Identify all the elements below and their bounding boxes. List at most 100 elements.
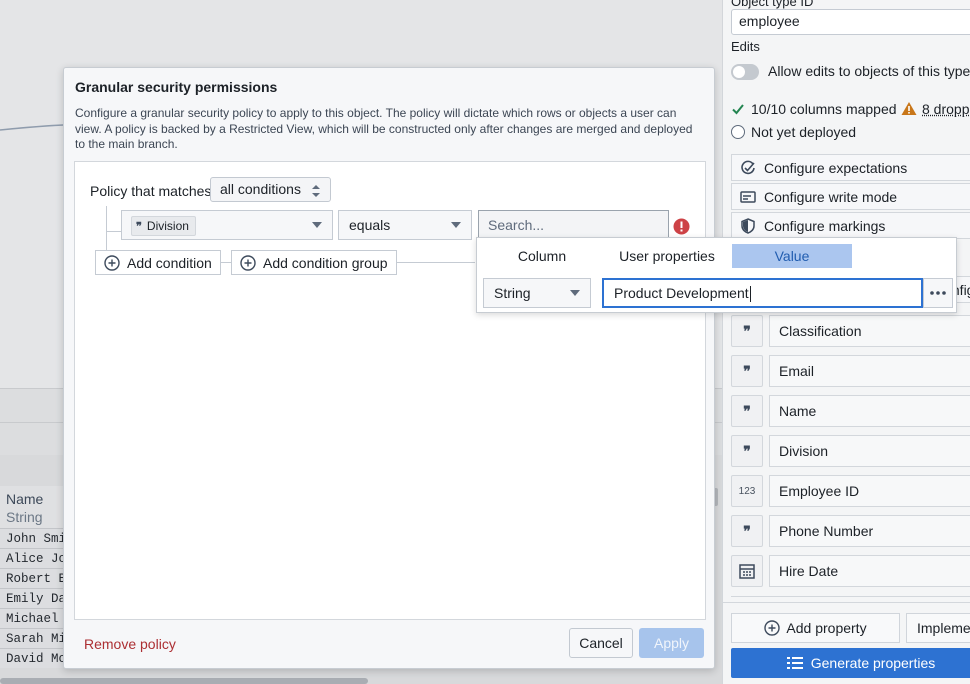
status-separator: · — [892, 101, 897, 117]
value-picker-popover: Column User properties Value String Prod… — [476, 237, 957, 313]
remove-policy-link[interactable]: Remove policy — [84, 636, 176, 652]
property-name-field[interactable]: Classification — [769, 315, 970, 347]
string-quote-icon: ❞ — [731, 515, 763, 547]
dialog-description: Configure a granular security policy to … — [75, 106, 693, 151]
add-condition-group-button[interactable]: Add condition group — [231, 250, 397, 275]
column-tag-label: Division — [146, 219, 189, 233]
add-icon — [764, 620, 781, 636]
dropped-columns-link[interactable]: 8 dropped — [922, 101, 970, 117]
condition-operator-select[interactable]: equals — [338, 210, 472, 240]
column-tag: ❞ Division — [131, 216, 196, 236]
implement-button[interactable]: Implement — [906, 613, 970, 643]
object-type-panel: Object type ID employee Edits Allow edit… — [722, 0, 970, 684]
match-mode-value: all conditions — [220, 181, 301, 197]
columns-mapped-status: 10/10 columns mapped — [751, 101, 897, 117]
check-icon — [732, 104, 744, 115]
string-quote-icon: ❞ — [731, 435, 763, 467]
edits-label: Edits — [731, 39, 760, 54]
configure-write-mode-label: Configure write mode — [764, 188, 898, 205]
value-type-label: String — [494, 285, 531, 301]
granular-security-dialog: Granular security permissions Configure … — [63, 67, 715, 669]
add-icon — [240, 254, 256, 271]
shield-icon — [741, 217, 755, 234]
column-header-name[interactable]: Name String — [0, 486, 68, 530]
deploy-status-radio — [731, 125, 745, 139]
expectations-icon — [741, 160, 755, 174]
add-condition-button[interactable]: Add condition — [95, 250, 221, 275]
column-header-type: String — [6, 509, 43, 525]
object-type-id-label: Object type ID — [731, 0, 814, 9]
add-property-button[interactable]: Add property — [731, 613, 900, 643]
implement-label: Implement — [917, 620, 970, 636]
table-cell: John Smith — [0, 528, 68, 548]
cancel-button[interactable]: Cancel — [569, 628, 633, 658]
value-input[interactable]: Product Development — [602, 278, 923, 308]
configure-expectations-button[interactable]: Configure expectations — [731, 154, 970, 181]
add-condition-group-label: Add condition group — [263, 254, 388, 271]
property-name-field[interactable]: Hire Date — [769, 555, 970, 587]
object-type-id-input[interactable]: employee — [731, 9, 970, 35]
property-row[interactable]: ❞ Name — [731, 395, 970, 427]
column-header-title: Name — [6, 491, 44, 507]
caret-down-icon — [570, 290, 580, 296]
table-cell: Sarah Miller — [0, 628, 68, 648]
property-row[interactable]: ❞ Phone Number — [731, 515, 970, 547]
table-cell: Michael Wilson — [0, 608, 68, 628]
condition-value-search-input[interactable]: Search... — [478, 210, 669, 240]
configure-write-mode-button[interactable]: Configure write mode — [731, 183, 970, 210]
property-name-label: Employee ID — [779, 483, 860, 499]
string-quote-icon: ❞ — [731, 355, 763, 387]
warning-icon — [901, 102, 917, 115]
string-quote-icon: ❞ — [731, 395, 763, 427]
property-row[interactable]: ❞ Classification — [731, 315, 970, 347]
more-icon — [930, 291, 946, 295]
tab-value[interactable]: Value — [732, 244, 852, 268]
condition-tree-branch — [106, 231, 121, 232]
deploy-status-text: Not yet deployed — [751, 124, 857, 140]
write-mode-icon — [740, 190, 756, 203]
property-name-field[interactable]: Name — [769, 395, 970, 427]
generate-properties-button[interactable]: Generate properties — [731, 648, 970, 678]
calendar-icon — [731, 555, 763, 587]
policy-editor: Policy that matches all conditions ❞ Div… — [74, 161, 706, 620]
error-icon — [673, 218, 690, 235]
tab-column[interactable]: Column — [501, 244, 583, 268]
property-name-field[interactable]: Division — [769, 435, 970, 467]
property-row[interactable]: ❞ Email — [731, 355, 970, 387]
string-quote-icon: ❞ — [731, 315, 763, 347]
property-row[interactable]: ❞ Division — [731, 435, 970, 467]
panel-divider — [723, 602, 970, 603]
condition-column-select[interactable]: ❞ Division — [121, 210, 333, 240]
list-icon — [786, 657, 803, 669]
dialog-title: Granular security permissions — [75, 79, 278, 95]
value-type-select[interactable]: String — [483, 278, 591, 308]
configure-markings-button[interactable]: Configure markings — [731, 212, 970, 239]
property-name-field[interactable]: Phone Number — [769, 515, 970, 547]
caret-down-icon — [312, 222, 322, 228]
match-mode-select[interactable]: all conditions — [210, 177, 331, 202]
add-icon — [104, 254, 120, 271]
table-cell: Emily Davis — [0, 588, 68, 608]
add-property-label: Add property — [786, 620, 867, 636]
allow-edits-toggle[interactable] — [731, 64, 759, 80]
number-icon: 123 — [731, 475, 763, 507]
double-caret-icon — [312, 185, 320, 197]
configure-markings-label: Configure markings — [764, 217, 886, 234]
generate-properties-label: Generate properties — [810, 655, 936, 671]
add-condition-label: Add condition — [127, 254, 212, 271]
property-name-field[interactable]: Email — [769, 355, 970, 387]
caret-down-icon — [451, 222, 461, 228]
table-cell: Robert Brown — [0, 568, 68, 588]
policy-label: Policy that matches — [90, 183, 212, 199]
table-cell: David Moore — [0, 648, 68, 668]
apply-button[interactable]: Apply — [639, 628, 704, 658]
allow-edits-label: Allow edits to objects of this type — [768, 63, 970, 79]
property-row[interactable]: 123 Employee ID — [731, 475, 970, 507]
horizontal-scrollbar[interactable] — [0, 678, 368, 684]
operator-value: equals — [349, 217, 391, 233]
property-name-field[interactable]: Employee ID — [769, 475, 970, 507]
property-row[interactable]: Hire Date — [731, 555, 970, 587]
tab-user-properties[interactable]: User properties — [613, 244, 721, 268]
more-options-button[interactable] — [923, 278, 953, 308]
table-cell: Alice Jones — [0, 548, 68, 568]
